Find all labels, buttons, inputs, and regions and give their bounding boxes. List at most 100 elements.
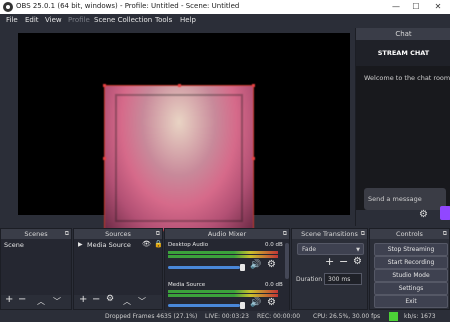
chevron-down-icon: ▼ — [356, 247, 360, 253]
menu-bar: File Edit View Profile Scene Collection … — [0, 14, 450, 28]
chat-welcome-message: Welcome to the chat room! — [364, 74, 450, 82]
add-icon[interactable]: + — [79, 294, 87, 305]
speaker-icon[interactable]: 🔊 — [250, 298, 261, 308]
gear-icon[interactable]: ⚙ — [267, 259, 276, 270]
remove-icon[interactable]: − — [18, 294, 26, 305]
scene-item[interactable]: Scene — [4, 241, 24, 249]
volume-meter — [168, 251, 278, 254]
eye-icon[interactable]: 👁 — [142, 240, 151, 248]
maximize-button[interactable]: ☐ — [408, 1, 424, 13]
dropped-frames: Dropped Frames 4635 (27.1%) — [105, 313, 198, 320]
exit-button[interactable]: Exit — [374, 295, 448, 308]
chevron-down-icon[interactable]: ﹀ — [53, 296, 61, 307]
scene-transitions-dock: Scene Transitions ⧉ Fade ▼ + − ⚙ Duratio… — [291, 228, 368, 310]
dock-float-icon[interactable]: ⧉ — [65, 230, 69, 238]
remove-icon[interactable]: − — [339, 255, 348, 268]
scenes-list: Scene — [1, 239, 71, 295]
menu-view[interactable]: View — [45, 16, 62, 24]
channel-name: Media Source — [168, 282, 206, 288]
duration-label: Duration — [296, 276, 323, 283]
remove-icon[interactable]: − — [92, 294, 100, 305]
transition-selected: Fade — [302, 246, 317, 253]
live-time: LIVE: 00:03:23 — [205, 313, 249, 320]
menu-file[interactable]: File — [6, 16, 18, 24]
dock-float-icon[interactable]: ⧉ — [283, 230, 287, 238]
cpu-fps: CPU: 26.5%, 30.00 fps — [313, 313, 381, 320]
resize-handle[interactable] — [252, 157, 255, 160]
sources-list: ▶ Media Source 👁 🔒 — [74, 239, 163, 295]
stream-chat-title: STREAM CHAT — [356, 40, 450, 66]
volume-slider[interactable] — [168, 304, 240, 307]
channel-name: Desktop Audio — [168, 242, 209, 248]
volume-slider[interactable] — [168, 266, 240, 269]
title-bar: OBS 25.0.1 (64 bit, windows) - Profile: … — [0, 0, 450, 14]
mixer-scrollbar[interactable] — [285, 243, 289, 279]
scene-transitions-title: Scene Transitions — [292, 229, 367, 239]
controls-title: Controls — [370, 229, 449, 239]
obs-logo-icon — [3, 2, 13, 12]
dock-float-icon[interactable]: ⧉ — [443, 230, 447, 238]
audio-mixer-title: Audio Mixer — [165, 229, 289, 239]
settings-button[interactable]: Settings — [374, 282, 448, 295]
channel-db: 0.0 dB — [265, 282, 283, 288]
preview-canvas[interactable] — [18, 33, 350, 232]
start-recording-button[interactable]: Start Recording — [374, 256, 448, 269]
chat-send-button[interactable] — [440, 206, 450, 220]
volume-slider-knob[interactable] — [240, 264, 245, 271]
volume-meter — [168, 255, 278, 258]
source-item[interactable]: Media Source — [87, 241, 131, 249]
rec-time: REC: 00:00:00 — [257, 313, 301, 320]
media-source-preview[interactable] — [103, 84, 255, 232]
sources-toolbar: + − ⚙ ︿ ﹀ — [74, 293, 162, 309]
window-title: OBS 25.0.1 (64 bit, windows) - Profile: … — [16, 2, 240, 10]
scenes-dock: Scenes ⧉ Scene + − ︿ ﹀ — [0, 228, 72, 310]
gear-icon[interactable]: ⚙ — [267, 297, 276, 308]
dock-float-icon[interactable]: ⧉ — [156, 230, 160, 238]
volume-slider-knob[interactable] — [240, 302, 245, 309]
gear-icon[interactable]: ⚙ — [353, 256, 362, 267]
sources-dock: Sources ⧉ ▶ Media Source 👁 🔒 + − ⚙ ︿ ﹀ — [73, 228, 163, 310]
studio-mode-button[interactable]: Studio Mode — [374, 269, 448, 282]
resize-handle[interactable] — [103, 84, 106, 87]
bitrate: kb/s: 1673 — [404, 313, 436, 320]
lock-icon[interactable]: 🔒 — [154, 240, 163, 248]
audio-mixer-dock: Audio Mixer ⧉ Desktop Audio 0.0 dB 🔊 ⚙ M… — [164, 228, 290, 311]
stop-streaming-button[interactable]: Stop Streaming — [374, 243, 448, 256]
gear-icon[interactable]: ⚙ — [419, 209, 428, 220]
close-button[interactable]: ✕ — [430, 1, 446, 13]
chevron-up-icon[interactable]: ︿ — [123, 296, 131, 307]
chat-message-input[interactable]: Send a message — [364, 188, 446, 210]
chevron-up-icon[interactable]: ︿ — [37, 296, 45, 307]
resize-handle[interactable] — [252, 84, 255, 87]
add-icon[interactable]: + — [325, 255, 334, 268]
stream-health-indicator — [389, 312, 398, 321]
duration-input[interactable]: 300 ms — [324, 273, 362, 285]
mixer-channels: Desktop Audio 0.0 dB 🔊 ⚙ Media Source 0.… — [165, 239, 289, 311]
play-icon: ▶ — [78, 241, 83, 248]
menu-tools[interactable]: Tools — [155, 16, 172, 24]
menu-scene-collection[interactable]: Scene Collection — [94, 16, 152, 24]
add-icon[interactable]: + — [5, 294, 13, 305]
minimize-button[interactable]: — — [388, 1, 404, 13]
resize-handle[interactable] — [103, 157, 106, 160]
dock-float-icon[interactable]: ⧉ — [361, 230, 365, 238]
speaker-icon[interactable]: 🔊 — [250, 260, 261, 270]
chat-dock: Chat STREAM CHAT Welcome to the chat roo… — [355, 28, 450, 226]
scenes-toolbar: + − ︿ ﹀ — [1, 293, 71, 309]
gear-icon[interactable]: ⚙ — [106, 294, 114, 304]
channel-db: 0.0 dB — [265, 242, 283, 248]
volume-meter — [168, 294, 278, 297]
menu-help[interactable]: Help — [180, 16, 196, 24]
chat-dock-title: Chat — [356, 28, 450, 40]
transition-select[interactable]: Fade ▼ — [297, 243, 364, 255]
menu-profile[interactable]: Profile — [68, 16, 90, 24]
status-bar: Dropped Frames 4635 (27.1%) LIVE: 00:03:… — [0, 311, 450, 322]
controls-dock: Controls ⧉ Stop Streaming Start Recordin… — [369, 228, 450, 310]
resize-handle[interactable] — [178, 84, 181, 87]
scenes-title: Scenes — [1, 229, 71, 239]
menu-edit[interactable]: Edit — [25, 16, 39, 24]
chevron-down-icon[interactable]: ﹀ — [138, 296, 146, 307]
volume-meter — [168, 290, 278, 293]
source-image-frame — [115, 94, 243, 222]
sources-title: Sources — [74, 229, 162, 239]
